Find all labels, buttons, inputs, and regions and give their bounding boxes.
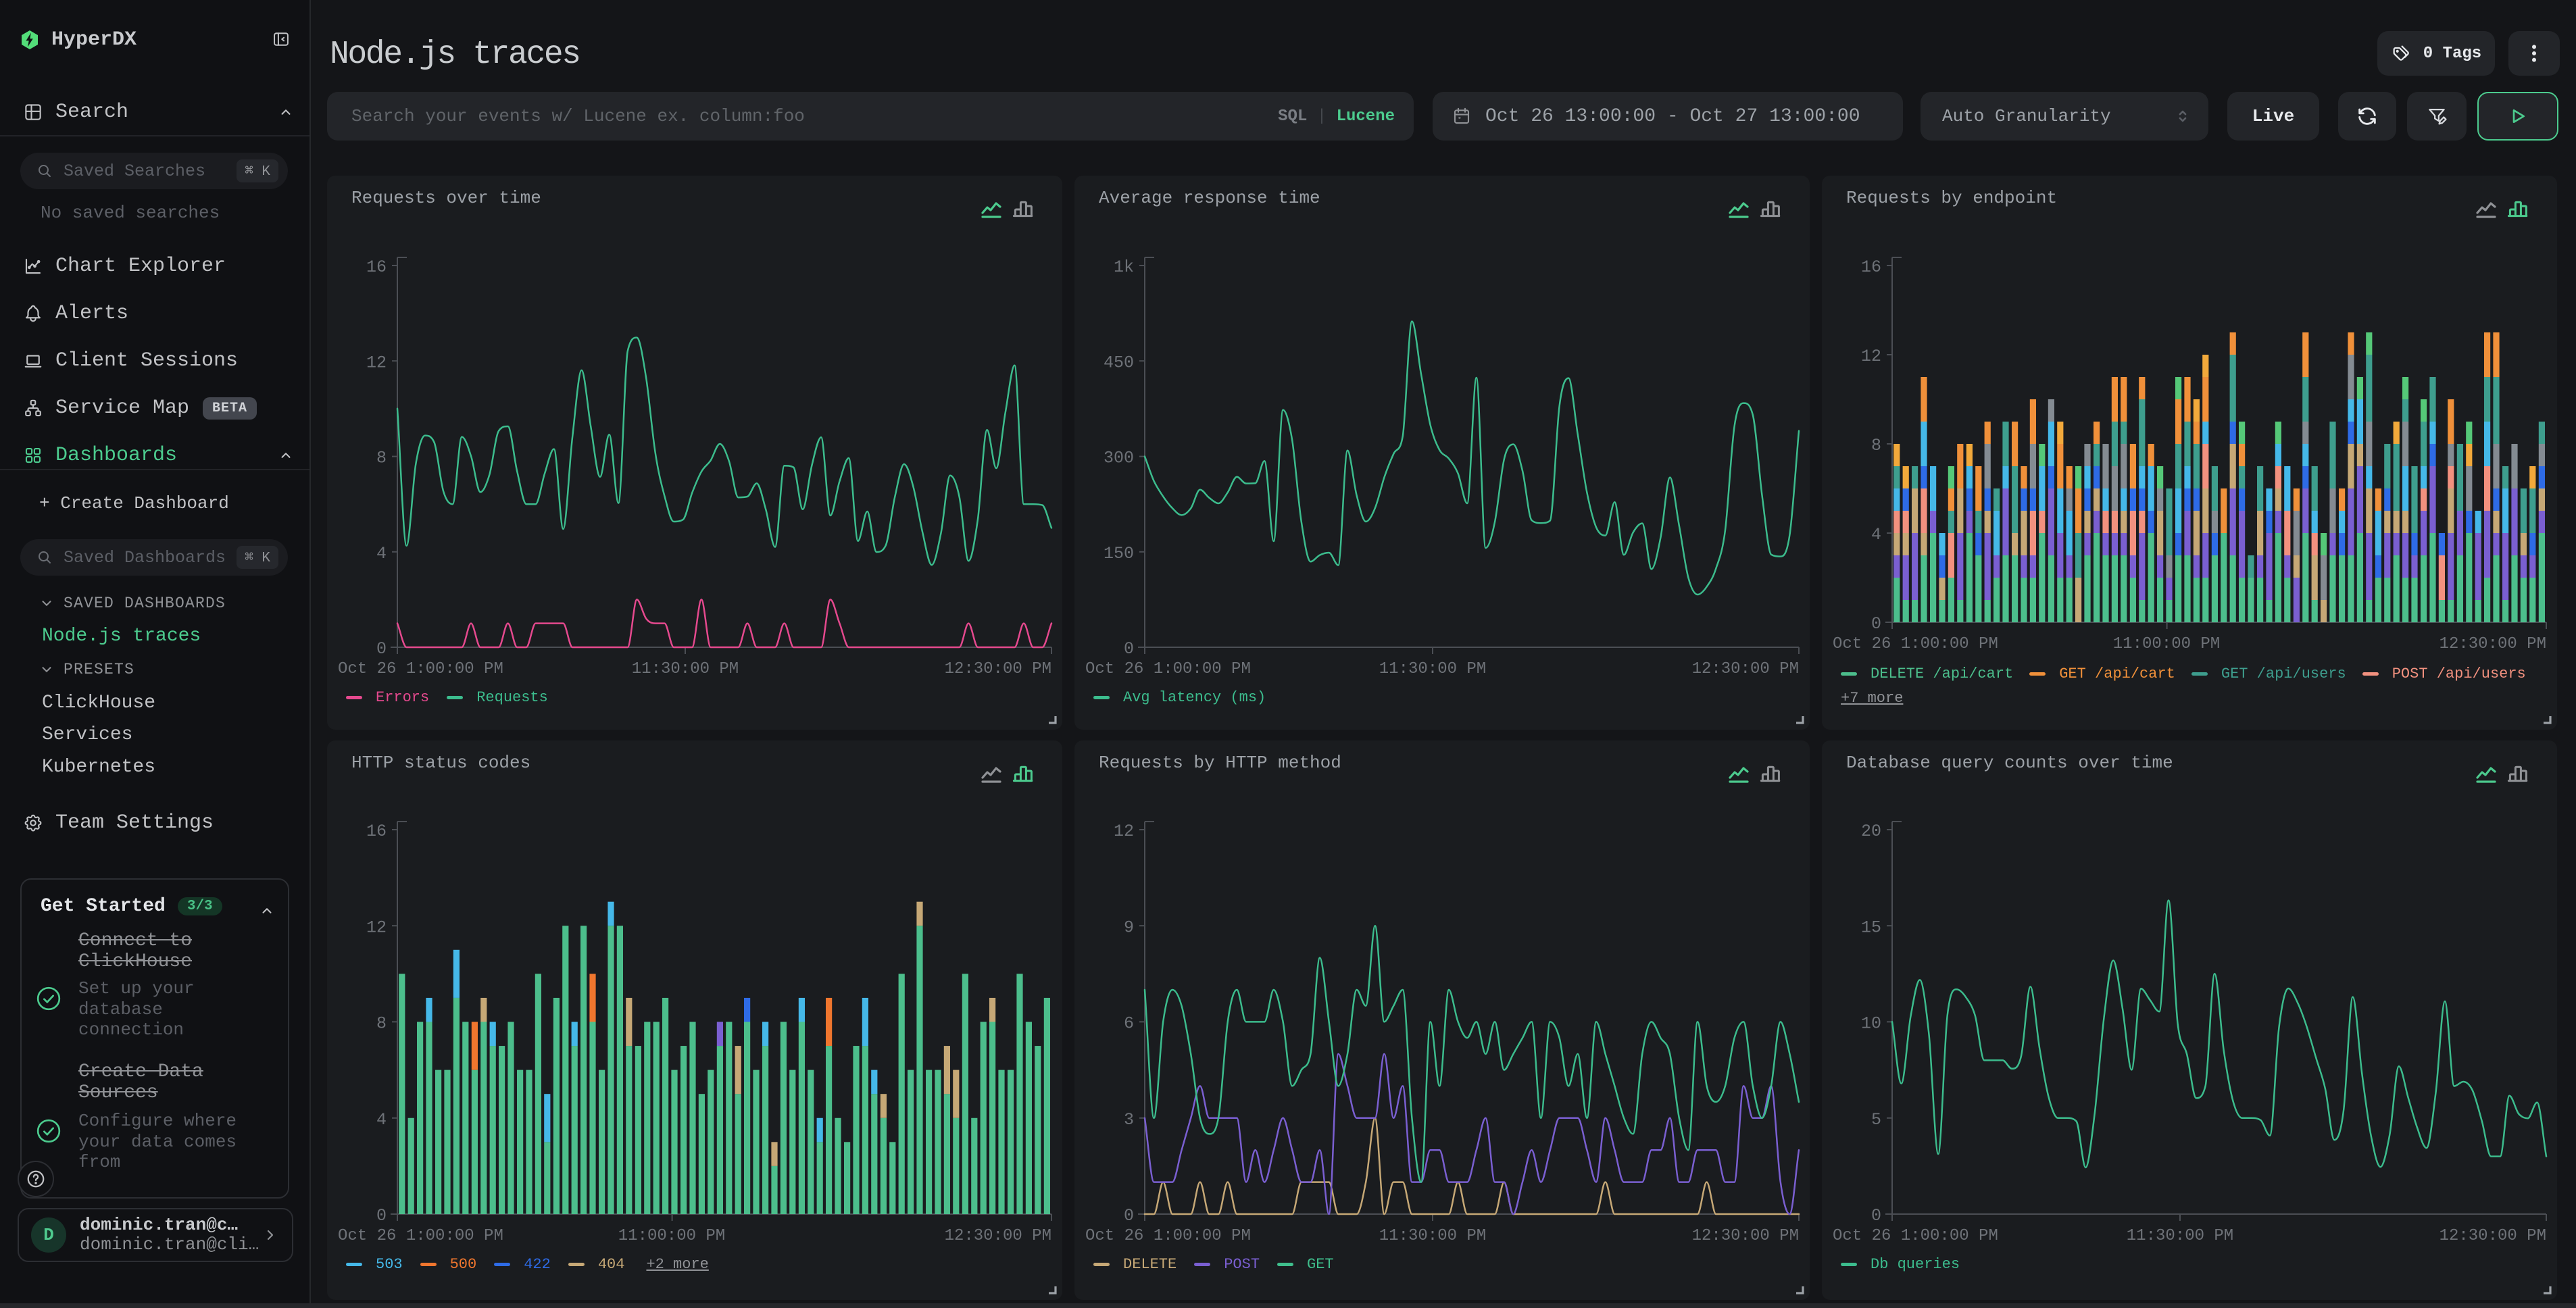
svg-text:4: 4 bbox=[376, 1110, 387, 1130]
svg-text:0: 0 bbox=[376, 1206, 387, 1226]
svg-text:8: 8 bbox=[1871, 436, 1881, 455]
svg-text:9: 9 bbox=[1124, 917, 1134, 937]
svg-text:12: 12 bbox=[366, 917, 387, 937]
svg-text:0: 0 bbox=[376, 639, 387, 659]
svg-text:1k: 1k bbox=[1114, 257, 1134, 277]
svg-text:20: 20 bbox=[1861, 822, 1881, 841]
svg-text:12:30:00 PM: 12:30:00 PM bbox=[945, 660, 1051, 678]
svg-text:4: 4 bbox=[1871, 525, 1881, 545]
svg-text:4: 4 bbox=[376, 544, 387, 563]
svg-text:10: 10 bbox=[1861, 1014, 1881, 1034]
svg-text:11:00:00 PM: 11:00:00 PM bbox=[2113, 635, 2220, 653]
svg-text:Oct 26 1:00:00 PM: Oct 26 1:00:00 PM bbox=[1833, 1227, 1998, 1245]
svg-text:12:30:00 PM: 12:30:00 PM bbox=[1692, 1227, 1799, 1245]
svg-text:3: 3 bbox=[1124, 1110, 1134, 1130]
svg-text:300: 300 bbox=[1104, 449, 1134, 468]
svg-text:8: 8 bbox=[376, 1014, 387, 1034]
svg-text:11:30:00 PM: 11:30:00 PM bbox=[632, 660, 739, 678]
svg-text:12:30:00 PM: 12:30:00 PM bbox=[2439, 635, 2546, 653]
svg-text:12:30:00 PM: 12:30:00 PM bbox=[945, 1227, 1051, 1245]
svg-text:16: 16 bbox=[366, 822, 387, 841]
svg-text:Oct 26 1:00:00 PM: Oct 26 1:00:00 PM bbox=[1833, 635, 1998, 653]
svg-text:Oct 26 1:00:00 PM: Oct 26 1:00:00 PM bbox=[1085, 660, 1251, 678]
svg-text:6: 6 bbox=[1124, 1014, 1134, 1034]
svg-text:16: 16 bbox=[1861, 257, 1881, 277]
svg-text:5: 5 bbox=[1871, 1110, 1881, 1130]
svg-text:12:30:00 PM: 12:30:00 PM bbox=[2439, 1227, 2546, 1245]
svg-text:12: 12 bbox=[366, 353, 387, 372]
svg-text:0: 0 bbox=[1871, 614, 1881, 634]
svg-text:0: 0 bbox=[1124, 1206, 1134, 1226]
svg-text:11:00:00 PM: 11:00:00 PM bbox=[618, 1227, 725, 1245]
svg-text:11:30:00 PM: 11:30:00 PM bbox=[2127, 1227, 2233, 1245]
svg-text:0: 0 bbox=[1871, 1206, 1881, 1226]
svg-text:8: 8 bbox=[376, 449, 387, 468]
svg-text:15: 15 bbox=[1861, 917, 1881, 937]
svg-text:150: 150 bbox=[1104, 544, 1134, 563]
svg-text:12: 12 bbox=[1861, 347, 1881, 366]
svg-text:11:30:00 PM: 11:30:00 PM bbox=[1379, 660, 1486, 678]
svg-text:Oct 26 1:00:00 PM: Oct 26 1:00:00 PM bbox=[1085, 1227, 1251, 1245]
svg-text:0: 0 bbox=[1124, 639, 1134, 659]
svg-text:450: 450 bbox=[1104, 353, 1134, 372]
svg-text:12:30:00 PM: 12:30:00 PM bbox=[1692, 660, 1799, 678]
svg-text:12: 12 bbox=[1114, 822, 1134, 841]
svg-text:16: 16 bbox=[366, 257, 387, 277]
svg-text:Oct 26 1:00:00 PM: Oct 26 1:00:00 PM bbox=[338, 1227, 503, 1245]
svg-text:11:30:00 PM: 11:30:00 PM bbox=[1379, 1227, 1486, 1245]
svg-text:Oct 26 1:00:00 PM: Oct 26 1:00:00 PM bbox=[338, 660, 503, 678]
